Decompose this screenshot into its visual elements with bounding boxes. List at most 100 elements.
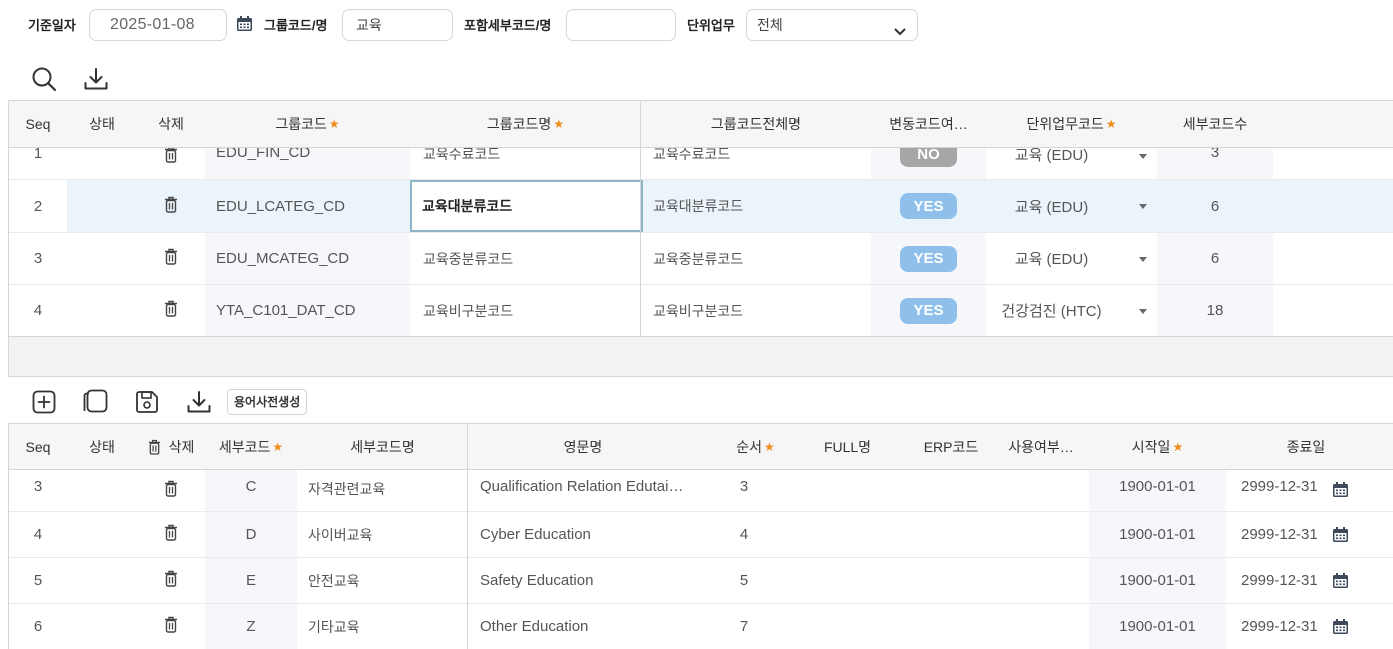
cell-detail-code[interactable]: E	[205, 558, 297, 603]
copy-icon[interactable]	[82, 389, 110, 415]
trash-icon[interactable]	[164, 196, 178, 217]
base-date-input[interactable]: 2025-01-08	[89, 9, 227, 41]
delete-cell[interactable]	[137, 180, 205, 232]
group-code-input[interactable]: 교육	[342, 9, 453, 41]
cell-start-date[interactable]: 1900-01-01	[1089, 604, 1226, 649]
table-row[interactable]: 1 EDU_FIN_CD 교육수료코드 교육수료코드 NO 교육 (EDU) 3	[9, 148, 1393, 180]
col-erp-code[interactable]: ERP코드	[882, 424, 1020, 469]
col-seq[interactable]: Seq	[9, 424, 67, 469]
trash-icon[interactable]	[164, 524, 178, 545]
cell-group-full-name[interactable]: 교육비구분코드	[641, 285, 871, 336]
calendar-icon[interactable]	[1332, 618, 1349, 635]
cell-unit-work[interactable]: 교육 (EDU)	[986, 180, 1157, 232]
cell-start-date[interactable]: 1900-01-01	[1089, 470, 1226, 511]
col-status[interactable]: 상태	[67, 101, 137, 147]
cell-order[interactable]: 7	[698, 604, 790, 649]
cell-order[interactable]: 3	[698, 470, 790, 511]
cell-group-name[interactable]: 교육중분류코드	[410, 233, 641, 284]
download-icon[interactable]	[82, 65, 110, 93]
col-detail-name[interactable]: 세부코드명	[297, 424, 468, 469]
cell-english-name[interactable]: Cyber Education	[468, 512, 698, 557]
trash-icon[interactable]	[164, 148, 178, 167]
col-seq[interactable]: Seq	[9, 101, 67, 147]
cell-detail-code[interactable]: D	[205, 512, 297, 557]
cell-unit-work[interactable]: 교육 (EDU)	[986, 233, 1157, 284]
col-use-yn[interactable]: 사용여부…	[1002, 424, 1080, 469]
add-icon[interactable]	[31, 389, 57, 415]
cell-variable-yn[interactable]: YES	[871, 180, 986, 232]
cell-end-date[interactable]: 2999-12-31	[1226, 604, 1386, 649]
calendar-icon[interactable]	[236, 15, 253, 32]
cell-english-name[interactable]: Safety Education	[468, 558, 698, 603]
unit-work-select[interactable]: 전체	[746, 9, 918, 41]
delete-cell[interactable]	[137, 512, 205, 557]
cell-detail-code[interactable]: C	[205, 470, 297, 511]
cell-end-date[interactable]: 2999-12-31	[1226, 512, 1386, 557]
cell-group-full-name[interactable]: 교육중분류코드	[641, 233, 871, 284]
dropdown-arrow-icon[interactable]	[1139, 308, 1147, 314]
cell-group-code[interactable]: EDU_FIN_CD	[205, 148, 410, 179]
cell-group-name[interactable]: 교육비구분코드	[410, 285, 641, 336]
trash-icon[interactable]	[164, 570, 178, 591]
calendar-icon[interactable]	[1332, 526, 1349, 543]
table-row[interactable]: 4 YTA_C101_DAT_CD 교육비구분코드 교육비구분코드 YES 건강…	[9, 285, 1393, 337]
table-row[interactable]: 4 D 사이버교육 Cyber Education 4 1900-01-01 2…	[9, 512, 1393, 558]
col-status[interactable]: 상태	[67, 424, 137, 469]
calendar-icon[interactable]	[1332, 481, 1349, 502]
col-start-date[interactable]: 시작일 ★	[1089, 424, 1226, 469]
delete-cell[interactable]	[137, 148, 205, 179]
cell-detail-name[interactable]: 기타교육	[297, 604, 468, 649]
trash-icon[interactable]	[164, 300, 178, 321]
delete-cell[interactable]	[137, 233, 205, 284]
cell-group-full-name[interactable]: 교육수료코드	[641, 148, 871, 179]
cell-unit-work[interactable]: 건강검진 (HTC)	[986, 285, 1157, 336]
col-detail-code[interactable]: 세부코드 ★	[205, 424, 297, 469]
table-row[interactable]: 2 EDU_LCATEG_CD 교육대분류코드 교육대분류코드 YES 교육 (…	[9, 180, 1393, 233]
col-group-name[interactable]: 그룹코드명 ★	[410, 101, 641, 147]
cell-detail-code[interactable]: Z	[205, 604, 297, 649]
col-group-full-name[interactable]: 그룹코드전체명	[641, 101, 871, 147]
sub-code-input[interactable]	[566, 9, 676, 41]
save-icon[interactable]	[134, 389, 160, 415]
search-icon[interactable]	[30, 65, 58, 93]
cell-variable-yn[interactable]: NO	[871, 148, 986, 179]
cell-english-name[interactable]: Qualification Relation Edutai…	[468, 470, 698, 511]
dictionary-generate-button[interactable]: 용어사전생성	[227, 389, 308, 415]
col-detail-count[interactable]: 세부코드수	[1157, 101, 1273, 147]
dropdown-arrow-icon[interactable]	[1139, 204, 1147, 209]
cell-group-name[interactable]: 교육수료코드	[410, 148, 641, 179]
col-variable-yn[interactable]: 변동코드여…	[871, 101, 986, 147]
delete-cell[interactable]	[137, 558, 205, 603]
table-row[interactable]: 3 EDU_MCATEG_CD 교육중분류코드 교육중분류코드 YES 교육 (…	[9, 233, 1393, 285]
delete-cell[interactable]	[137, 285, 205, 336]
col-unit-work-code[interactable]: 단위업무코드 ★	[986, 101, 1157, 147]
cell-english-name[interactable]: Other Education	[468, 604, 698, 649]
col-delete[interactable]: 삭제	[137, 101, 205, 147]
cell-group-code[interactable]: EDU_MCATEG_CD	[205, 233, 410, 284]
cell-order[interactable]: 5	[698, 558, 790, 603]
cell-end-date[interactable]: 2999-12-31	[1226, 558, 1386, 603]
col-full-name[interactable]: FULL명	[813, 424, 882, 469]
download-icon[interactable]	[185, 388, 213, 416]
col-english-name[interactable]: 영문명	[468, 424, 698, 469]
calendar-icon[interactable]	[1332, 572, 1349, 589]
cell-unit-work[interactable]: 교육 (EDU)	[986, 148, 1157, 179]
cell-start-date[interactable]: 1900-01-01	[1089, 512, 1226, 557]
col-order[interactable]: 순서 ★	[698, 424, 813, 469]
cell-group-code[interactable]: YTA_C101_DAT_CD	[205, 285, 410, 336]
table-row[interactable]: 5 E 안전교육 Safety Education 5 1900-01-01 2…	[9, 558, 1393, 604]
trash-icon[interactable]	[164, 248, 178, 269]
trash-icon[interactable]	[164, 480, 178, 501]
delete-cell[interactable]	[137, 470, 205, 511]
dropdown-arrow-icon[interactable]	[1139, 154, 1147, 159]
col-end-date[interactable]: 종료일	[1226, 424, 1386, 469]
cell-detail-name[interactable]: 자격관련교육	[297, 470, 468, 511]
col-delete[interactable]: 삭제	[137, 424, 205, 469]
col-group-code[interactable]: 그룹코드 ★	[205, 101, 410, 147]
table-row[interactable]: 3 C 자격관련교육 Qualification Relation Edutai…	[9, 470, 1393, 512]
cell-variable-yn[interactable]: YES	[871, 233, 986, 284]
cell-start-date[interactable]: 1900-01-01	[1089, 558, 1226, 603]
table-row[interactable]: 6 Z 기타교육 Other Education 7 1900-01-01 29…	[9, 604, 1393, 649]
trash-icon[interactable]	[164, 616, 178, 637]
cell-end-date[interactable]: 2999-12-31	[1226, 470, 1386, 511]
